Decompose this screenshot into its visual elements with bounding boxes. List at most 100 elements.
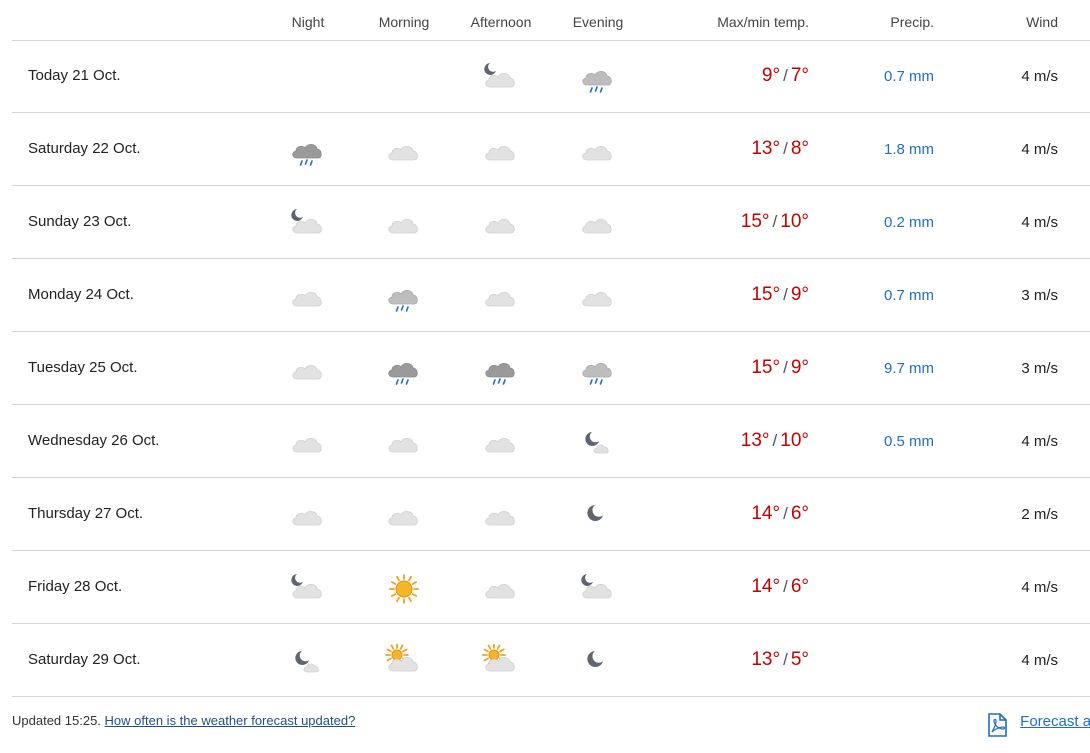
forecast-row[interactable]: Today 21 Oct. 9°/7° 0.7 mm 4 m/s (12, 40, 1090, 113)
partly-cloudy-night-icon (291, 574, 322, 599)
max-temp: 13° (740, 430, 770, 451)
precipitation: 0.7 mm (883, 287, 934, 304)
rain-cloud-icon (582, 362, 612, 385)
temperature: 14°/6° (751, 503, 809, 524)
wind-speed: 4 m/s (1021, 214, 1058, 231)
day-label: Sunday 23 Oct. (28, 213, 132, 230)
forecast-row[interactable]: Saturday 22 Oct. 13°/8° 1.8 mm 4 m/s (12, 113, 1090, 186)
cloud-icon (292, 364, 322, 380)
temperature: 15°/10° (740, 211, 809, 232)
update-frequency-link[interactable]: How often is the weather forecast update… (105, 713, 356, 728)
cloud-icon (292, 291, 322, 307)
temperature: 13°/5° (751, 649, 809, 670)
pdf-link[interactable]: Forecast as PDF (1020, 713, 1090, 730)
moon-icon (587, 505, 603, 521)
header-morning: Morning (378, 14, 430, 30)
forecast-table-header: Night Morning Afternoon Evening Max/min … (12, 0, 1090, 41)
day-label: Friday 28 Oct. (28, 578, 123, 595)
wind-speed: 3 m/s (1021, 287, 1058, 304)
precipitation: 0.5 mm (883, 433, 934, 450)
cloud-icon (582, 218, 612, 234)
rain-cloud-icon (388, 289, 418, 312)
pdf-download[interactable]: Forecast as PDF (986, 713, 1090, 737)
forecast-row[interactable]: Wednesday 26 Oct. 13°/10° 0.5 mm 4 m/s (12, 405, 1090, 478)
cloud-icon (485, 510, 515, 526)
cloud-icon (388, 510, 418, 526)
max-temp: 14° (751, 503, 781, 524)
header-precip: Precip. (890, 14, 934, 30)
cloud-icon (485, 583, 515, 599)
cloud-icon (582, 291, 612, 307)
wind-speed: 2 m/s (1021, 506, 1058, 523)
temperature: 15°/9° (751, 284, 809, 305)
temperature: 9°/7° (761, 65, 809, 86)
max-temp: 15° (751, 284, 781, 305)
temperature: 13°/10° (740, 430, 809, 451)
min-temp: 8° (790, 138, 809, 159)
forecast-table-body: Today 21 Oct. 9°/7° 0.7 mm 4 m/s Saturday 22… (12, 40, 1090, 697)
partly-sunny-icon (385, 644, 418, 672)
temperature: 13°/8° (751, 138, 809, 159)
forecast-row[interactable]: Monday 24 Oct. 15°/9° 0.7 mm 3 m/s (12, 259, 1090, 332)
day-label: Monday 24 Oct. (28, 286, 134, 303)
cloud-icon (292, 510, 322, 526)
precipitation: 1.8 mm (883, 141, 934, 158)
max-temp: 15° (751, 357, 781, 378)
partly-cloudy-night-icon (581, 574, 612, 599)
day-label: Saturday 22 Oct. (28, 140, 141, 157)
max-temp: 9° (761, 65, 781, 86)
day-label: Thursday 27 Oct. (28, 505, 144, 522)
cloud-icon (485, 291, 515, 307)
min-temp: 7° (790, 65, 809, 86)
moon-icon (587, 651, 603, 667)
min-temp: 6° (790, 576, 809, 597)
wind-speed: 4 m/s (1021, 652, 1058, 669)
partly-cloudy-night-icon (484, 63, 515, 88)
temperature: 14°/6° (751, 576, 809, 597)
precipitation: 0.2 mm (883, 214, 934, 231)
max-temp: 13° (751, 649, 781, 670)
day-label: Today 21 Oct. (28, 67, 121, 84)
mostly-clear-night-icon (585, 432, 609, 454)
header-evening: Evening (572, 14, 624, 30)
wind-speed: 4 m/s (1021, 433, 1058, 450)
partly-sunny-icon (482, 644, 515, 672)
forecast-row[interactable]: Saturday 29 Oct. 13°/5° 4 m/s (12, 624, 1090, 697)
max-temp: 15° (740, 211, 770, 232)
cloud-icon (388, 218, 418, 234)
max-temp: 13° (751, 138, 781, 159)
forecast-row[interactable]: Tuesday 25 Oct. 15°/9° 9.7 mm 3 m/s (12, 332, 1090, 405)
min-temp: 9° (790, 357, 809, 378)
rain-cloud-icon (582, 70, 612, 93)
pdf-icon (988, 713, 1007, 737)
precipitation: 0.7 mm (883, 68, 934, 85)
cloud-icon (485, 218, 515, 234)
min-temp: 6° (790, 503, 809, 524)
wind-speed: 4 m/s (1021, 579, 1058, 596)
temperature: 15°/9° (751, 357, 809, 378)
heavy-rain-cloud-icon (292, 143, 322, 166)
max-temp: 14° (751, 576, 781, 597)
min-temp: 9° (790, 284, 809, 305)
sun-icon (389, 574, 419, 604)
mostly-clear-night-icon (295, 651, 319, 673)
precipitation: 9.7 mm (883, 360, 934, 377)
footer: Updated 15:25. How often is the weather … (12, 713, 355, 728)
forecast-row[interactable]: Thursday 27 Oct. 14°/6° 2 m/s (12, 478, 1090, 551)
forecast-row[interactable]: Sunday 23 Oct. 15°/10° 0.2 mm 4 m/s (12, 186, 1090, 259)
day-label: Saturday 29 Oct. (28, 651, 141, 668)
cloud-icon (485, 145, 515, 161)
wind-speed: 4 m/s (1021, 68, 1058, 85)
heavy-rain-cloud-icon (388, 362, 418, 385)
cloud-icon (485, 437, 515, 453)
header-wind: Wind (1026, 14, 1058, 30)
forecast-row[interactable]: Friday 28 Oct. 14°/6° 4 m/s (12, 551, 1090, 624)
partly-cloudy-night-icon (291, 209, 322, 234)
min-temp: 10° (780, 430, 809, 451)
header-temp: Max/min temp. (717, 14, 809, 30)
cloud-icon (388, 437, 418, 453)
day-label: Tuesday 25 Oct. (28, 359, 138, 376)
wind-speed: 3 m/s (1021, 360, 1058, 377)
header-night: Night (291, 14, 325, 30)
cloud-icon (388, 145, 418, 161)
